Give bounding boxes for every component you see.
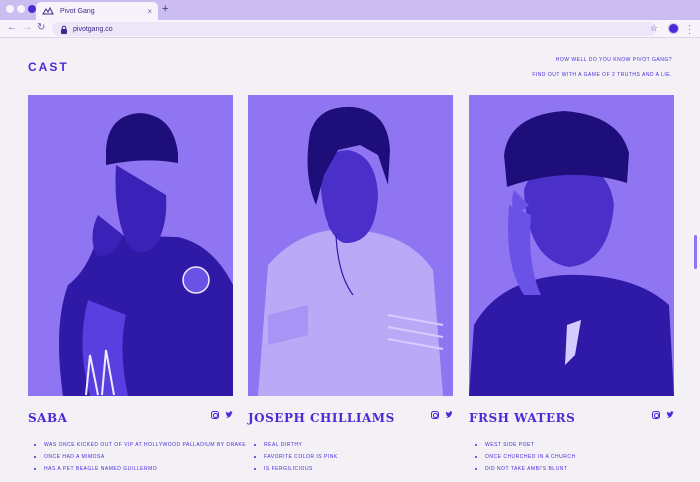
list-item: West side poet bbox=[475, 442, 576, 448]
truths-and-lie-list: West side poet Once churched in a church… bbox=[475, 442, 576, 478]
close-window-dot[interactable] bbox=[6, 5, 14, 13]
quiz-cta-link[interactable]: Find out with a game of 2 truths and a l… bbox=[532, 72, 672, 78]
page-title: CAST bbox=[28, 60, 69, 74]
social-links bbox=[652, 411, 674, 419]
url-field[interactable]: pivotgang.co bbox=[52, 22, 656, 36]
instagram-icon[interactable] bbox=[652, 411, 660, 419]
social-links bbox=[431, 411, 453, 419]
cast-name: FRSH WATERS bbox=[469, 411, 576, 425]
twitter-icon[interactable] bbox=[666, 411, 674, 419]
page-content: CAST How well do you know Pivot Gang? Fi… bbox=[0, 38, 700, 482]
list-item: Did not take Ambi's blunt bbox=[475, 466, 576, 472]
forward-icon[interactable]: → bbox=[22, 22, 32, 33]
browser-tab[interactable]: Pivot Gang × bbox=[36, 2, 158, 20]
back-icon[interactable]: ← bbox=[7, 22, 17, 33]
list-item: Once churched in a church bbox=[475, 454, 576, 460]
list-item: Is fergilicious bbox=[254, 466, 338, 472]
tab-title: Pivot Gang bbox=[60, 7, 95, 15]
cast-card-saba: SABA Was once kicked out of VIP at Holly… bbox=[28, 95, 246, 472]
kebab-menu-icon[interactable]: · · · bbox=[688, 21, 691, 38]
minimize-window-dot[interactable] bbox=[17, 5, 25, 13]
tab-bar: Pivot Gang × + bbox=[0, 0, 700, 20]
list-item: Has a pet beagle named Guillermo bbox=[34, 466, 246, 472]
cast-name: SABA bbox=[28, 411, 68, 425]
truths-and-lie-list: Was once kicked out of VIP at Hollywood … bbox=[34, 442, 246, 478]
new-tab-button[interactable]: + bbox=[162, 3, 168, 15]
cast-name: JOSEPH CHILLIAMS bbox=[248, 411, 395, 425]
tab-close-icon[interactable]: × bbox=[147, 7, 152, 16]
cast-card-joseph-chilliams: JOSEPH CHILLIAMS Real dirthy Favorite co… bbox=[248, 95, 453, 472]
profile-avatar[interactable] bbox=[668, 23, 679, 34]
pivot-logo-icon bbox=[42, 6, 54, 16]
truths-and-lie-list: Real dirthy Favorite color is pink Is fe… bbox=[254, 442, 338, 478]
list-item: Real dirthy bbox=[254, 442, 338, 448]
url-text: pivotgang.co bbox=[73, 25, 113, 33]
list-item: Favorite color is pink bbox=[254, 454, 338, 460]
instagram-icon[interactable] bbox=[211, 411, 219, 419]
maximize-window-dot[interactable] bbox=[28, 5, 36, 13]
list-item: Once had a mimosa bbox=[34, 454, 246, 460]
cast-card-frsh-waters: FRSH WATERS West side poet Once churched… bbox=[469, 95, 674, 472]
scrollbar-thumb[interactable] bbox=[694, 235, 697, 269]
lock-icon bbox=[61, 25, 67, 34]
address-bar-row: ← → ↻ pivotgang.co ☆ · · · bbox=[0, 20, 700, 38]
quiz-question: How well do you know Pivot Gang? bbox=[555, 57, 672, 63]
social-links bbox=[211, 411, 233, 419]
reload-icon[interactable]: ↻ bbox=[37, 22, 45, 33]
cast-photo bbox=[469, 95, 674, 396]
instagram-icon[interactable] bbox=[431, 411, 439, 419]
list-item: Was once kicked out of VIP at Hollywood … bbox=[34, 442, 246, 448]
twitter-icon[interactable] bbox=[225, 411, 233, 419]
cast-photo bbox=[248, 95, 453, 396]
cast-photo bbox=[28, 95, 233, 396]
twitter-icon[interactable] bbox=[445, 411, 453, 419]
bookmark-star-icon[interactable]: ☆ bbox=[650, 23, 658, 34]
